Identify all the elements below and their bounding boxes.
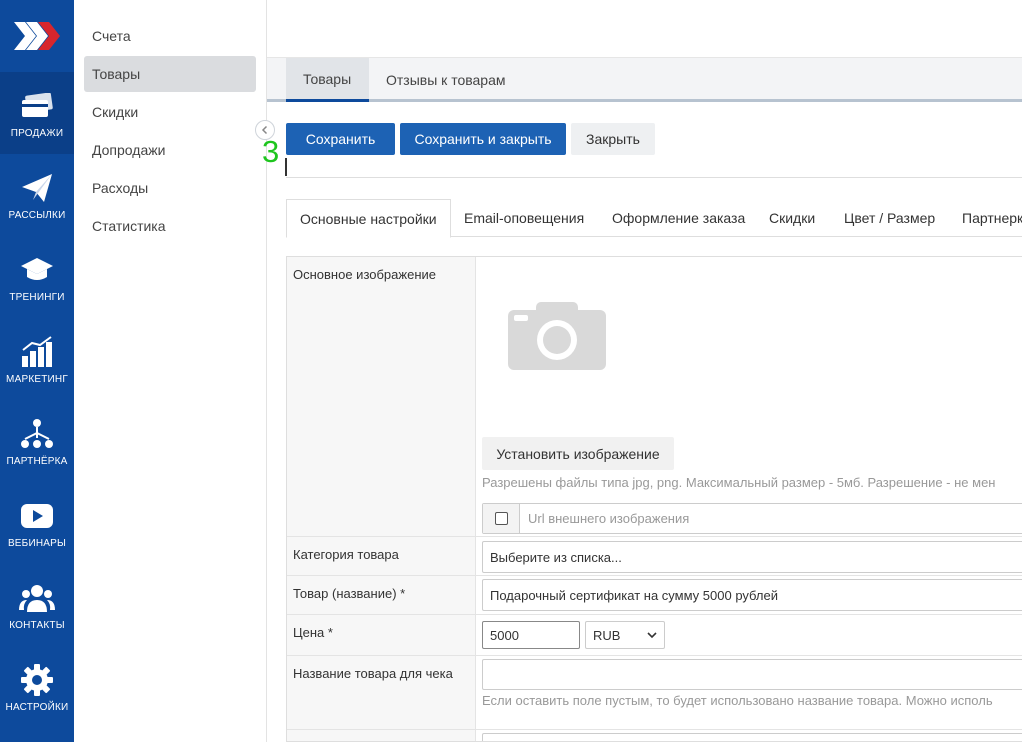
tab-discounts[interactable]: Скидки: [756, 199, 828, 237]
product-name-input[interactable]: Подарочный сертификат на сумму 5000 рубл…: [482, 579, 1022, 611]
chevron-down-icon: [647, 631, 657, 638]
save-and-close-button[interactable]: Сохранить и закрыть: [400, 123, 566, 155]
network-icon: [19, 416, 55, 452]
url-input-group: Url внешнего изображения: [482, 503, 1022, 534]
sales-submenu: Счета Товары Скидки Допродажи Расходы Ст…: [74, 0, 267, 742]
receipt-category-field: [476, 730, 1022, 741]
users-icon: [19, 580, 55, 616]
tab-partner[interactable]: Партнерк: [949, 199, 1022, 237]
rail-item-mailings[interactable]: РАССЫЛКИ: [0, 154, 74, 236]
play-icon: [19, 498, 55, 534]
rail-item-partners[interactable]: ПАРТНЁРКА: [0, 400, 74, 482]
category-label: Категория товара: [287, 537, 476, 575]
chevron-left-icon: [261, 125, 268, 135]
collapse-sidebar-button[interactable]: [255, 120, 275, 140]
rail-item-label: МАРКЕТИНГ: [6, 373, 68, 385]
product-tabs: Товары Отзывы к товарам: [267, 58, 1022, 102]
receipt-name-field: Если оставить поле пустым, то будет испо…: [476, 656, 1022, 729]
rail-item-marketing[interactable]: МАРКЕТИНГ: [0, 318, 74, 400]
set-image-button[interactable]: Установить изображение: [482, 437, 674, 470]
rail-item-settings[interactable]: НАСТРОЙКИ: [0, 646, 74, 728]
name-label: Товар (название) *: [287, 576, 476, 614]
rail-item-label: НАСТРОЙКИ: [5, 701, 69, 713]
main-nav-rail: ПРОДАЖИ РАССЫЛКИ ТРЕНИНГИ МАРКЕТИНГ ПАРТ…: [0, 0, 74, 742]
product-form: Основное изображение Установить изображе…: [286, 256, 1022, 742]
rail-item-label: ПАРТНЁРКА: [6, 455, 68, 467]
url-checkbox-addon: [483, 504, 520, 533]
image-field: Установить изображение Разрешены файлы т…: [476, 257, 1022, 536]
settings-tabs: Основные настройки Email-оповещения Офор…: [286, 199, 1022, 238]
rail-item-webinars[interactable]: ВЕБИНАРЫ: [0, 482, 74, 564]
category-select[interactable]: Выберите из списка...: [482, 541, 1022, 573]
receipt-category-label: Категория товара для: [287, 730, 476, 741]
submenu-item-expenses[interactable]: Расходы: [84, 170, 256, 206]
submenu-item-statistics[interactable]: Статистика: [84, 208, 256, 244]
camera-icon: [508, 302, 606, 373]
submenu-item-discounts[interactable]: Скидки: [84, 94, 256, 130]
url-input[interactable]: Url внешнего изображения: [528, 511, 689, 526]
currency-select[interactable]: RUB: [585, 621, 665, 649]
image-row: Основное изображение Установить изображе…: [287, 257, 1022, 537]
tab-color-size[interactable]: Цвет / Размер: [831, 199, 948, 237]
save-button[interactable]: Сохранить: [286, 123, 395, 155]
receipt-name-label: Название товара для чека: [287, 656, 476, 729]
gear-icon: [19, 662, 55, 698]
tab-email-notifications[interactable]: Email-оповещения: [451, 199, 597, 237]
receipt-name-input[interactable]: [482, 659, 1022, 690]
rail-item-label: РАССЫЛКИ: [8, 209, 66, 221]
rail-item-contacts[interactable]: КОНТАКТЫ: [0, 564, 74, 646]
url-checkbox[interactable]: [494, 512, 508, 525]
rail-item-label: КОНТАКТЫ: [9, 619, 65, 631]
category-field: Выберите из списка...: [476, 537, 1022, 575]
graduation-cap-icon: [19, 252, 55, 288]
price-field: 5000 RUB: [476, 615, 1022, 655]
category-row: Категория товара Выберите из списка...: [287, 537, 1022, 576]
rail-item-label: ПРОДАЖИ: [10, 127, 64, 139]
top-bar: [267, 0, 1022, 58]
image-hint: Разрешены файлы типа jpg, png. Максималь…: [482, 475, 996, 490]
main-content: Товары Отзывы к товарам Сохранить Сохран…: [262, 0, 1022, 742]
receipt-name-hint: Если оставить поле пустым, то будет испо…: [482, 693, 993, 708]
submenu-item-products[interactable]: Товары: [84, 56, 256, 92]
rail-item-sales[interactable]: ПРОДАЖИ: [0, 72, 74, 154]
toolbar-divider: [286, 177, 1022, 178]
tab-products[interactable]: Товары: [286, 58, 369, 102]
close-button[interactable]: Закрыть: [571, 123, 655, 155]
logo-icon[interactable]: [0, 0, 74, 72]
receipt-name-row: Название товара для чека Если оставить п…: [287, 656, 1022, 730]
name-row: Товар (название) * Подарочный сертификат…: [287, 576, 1022, 615]
tab-main-settings[interactable]: Основные настройки: [286, 199, 451, 238]
tab-checkout-design[interactable]: Оформление заказа: [599, 199, 758, 237]
rail-item-trainings[interactable]: ТРЕНИНГИ: [0, 236, 74, 318]
rail-item-label: ТРЕНИНГИ: [9, 291, 65, 303]
receipt-category-row: Категория товара для: [287, 730, 1022, 741]
submenu-item-upsells[interactable]: Допродажи: [84, 132, 256, 168]
chart-icon: [19, 334, 55, 370]
price-label: Цена *: [287, 615, 476, 655]
submenu-item-invoices[interactable]: Счета: [84, 18, 256, 54]
cards-icon: [19, 88, 55, 124]
paper-plane-icon: [19, 170, 55, 206]
name-field: Подарочный сертификат на сумму 5000 рубл…: [476, 576, 1022, 614]
image-label: Основное изображение: [287, 257, 476, 536]
text-cursor: [285, 158, 287, 176]
tab-product-reviews[interactable]: Отзывы к товарам: [369, 58, 523, 102]
currency-value: RUB: [593, 627, 621, 643]
receipt-category-select[interactable]: [482, 733, 1022, 741]
price-input[interactable]: 5000: [482, 621, 580, 649]
rail-item-label: ВЕБИНАРЫ: [7, 537, 67, 549]
price-row: Цена * 5000 RUB: [287, 615, 1022, 656]
